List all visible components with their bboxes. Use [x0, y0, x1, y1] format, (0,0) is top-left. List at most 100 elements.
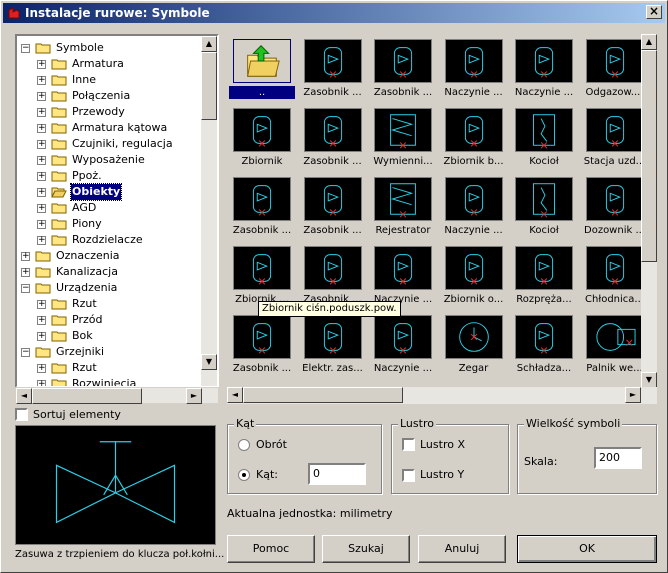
- scroll-thumb[interactable]: [201, 52, 217, 120]
- symbol-item[interactable]: Naczynie ...: [370, 312, 436, 378]
- expand-icon[interactable]: +: [37, 332, 46, 341]
- expand-icon[interactable]: +: [37, 76, 46, 85]
- expand-icon[interactable]: +: [37, 316, 46, 325]
- tree-item[interactable]: + Rzut: [17, 296, 201, 312]
- scroll-thumb[interactable]: [32, 388, 142, 404]
- collapse-icon[interactable]: −: [21, 348, 30, 357]
- collapse-icon[interactable]: −: [21, 284, 30, 293]
- symbol-item[interactable]: Stacja uzd...: [582, 105, 648, 171]
- expand-icon[interactable]: +: [37, 188, 46, 197]
- symbol-item[interactable]: Naczynie ...: [441, 36, 507, 102]
- expand-icon[interactable]: +: [37, 124, 46, 133]
- tree-item[interactable]: + Rozdzielacze: [17, 232, 201, 248]
- tree-item[interactable]: + Oznaczenia: [17, 248, 201, 264]
- expand-icon[interactable]: +: [21, 252, 30, 261]
- symbol-item[interactable]: Zbiornik o...: [441, 243, 507, 309]
- close-button[interactable]: ×: [646, 5, 662, 19]
- symbol-item[interactable]: Rejestrator: [370, 174, 436, 240]
- mirror-x-checkbox[interactable]: [402, 438, 415, 451]
- expand-icon[interactable]: +: [37, 92, 46, 101]
- expand-icon[interactable]: +: [37, 300, 46, 309]
- symbol-item[interactable]: Zbiornik b...: [441, 105, 507, 171]
- tree-item[interactable]: + Ppoż.: [17, 168, 201, 184]
- symbol-item[interactable]: Rozpręża...: [511, 243, 577, 309]
- tree-horizontal-scrollbar[interactable]: ◄ ►: [15, 387, 219, 404]
- scroll-left-button[interactable]: ◄: [16, 388, 32, 404]
- tree-item[interactable]: + Kanalizacja: [17, 264, 201, 280]
- grid-vertical-scrollbar[interactable]: ▲ ▼: [641, 34, 657, 388]
- category-tree[interactable]: − Symbole + Armatura + Inne + Połączenia + Przewo…: [15, 34, 219, 388]
- symbol-item[interactable]: Odgazow....: [582, 36, 648, 102]
- symbol-item[interactable]: Naczynie ...: [441, 174, 507, 240]
- tree-item[interactable]: + Inne: [17, 72, 201, 88]
- scroll-right-button[interactable]: ►: [186, 388, 202, 404]
- scroll-down-button[interactable]: ▼: [201, 354, 217, 370]
- expand-icon[interactable]: +: [37, 140, 46, 149]
- expand-icon[interactable]: +: [37, 60, 46, 69]
- symbol-item[interactable]: Zasobnik ...: [370, 36, 436, 102]
- expand-icon[interactable]: +: [37, 108, 46, 117]
- expand-icon[interactable]: +: [37, 172, 46, 181]
- symbol-item[interactable]: Zegar: [441, 312, 507, 378]
- ok-button[interactable]: OK: [517, 535, 657, 563]
- symbol-item[interactable]: Schładza...: [511, 312, 577, 378]
- scroll-left-button[interactable]: ◄: [227, 387, 243, 403]
- expand-icon[interactable]: +: [21, 268, 30, 277]
- scroll-right-button[interactable]: ►: [625, 387, 641, 403]
- symbol-item[interactable]: Zasobnik ...: [300, 105, 366, 171]
- tree-item[interactable]: + Rozwinięcia: [17, 376, 201, 386]
- angle-input[interactable]: 0: [308, 463, 366, 485]
- expand-icon[interactable]: +: [37, 364, 46, 373]
- tree-item[interactable]: − Symbole: [17, 40, 201, 56]
- symbol-item[interactable]: Zasobnik ...: [300, 174, 366, 240]
- symbol-item[interactable]: Naczynie ...: [370, 243, 436, 309]
- symbol-item[interactable]: Kocioł: [511, 174, 577, 240]
- rotate-radio[interactable]: [238, 439, 250, 451]
- expand-icon[interactable]: +: [37, 220, 46, 229]
- tree-item[interactable]: + Obiekty: [17, 183, 201, 201]
- tree-item[interactable]: − Grzejniki: [17, 344, 201, 360]
- tree-vertical-scrollbar[interactable]: ▲ ▼: [201, 36, 217, 386]
- expand-icon[interactable]: +: [37, 380, 46, 386]
- symbol-item[interactable]: Chłodnica...: [582, 243, 648, 309]
- tree-item[interactable]: + Połączenia: [17, 88, 201, 104]
- grid-horizontal-scrollbar[interactable]: ◄ ►: [227, 387, 657, 404]
- angle-radio[interactable]: [238, 469, 250, 481]
- symbol-item[interactable]: Zasobnik ...: [300, 36, 366, 102]
- symbol-item[interactable]: Zbiornik ...: [229, 243, 295, 309]
- tree-item[interactable]: + Rzut: [17, 360, 201, 376]
- symbol-item[interactable]: Naczynie ...: [511, 36, 577, 102]
- tree-item[interactable]: + AGD: [17, 200, 201, 216]
- scale-input[interactable]: 200: [594, 447, 642, 469]
- tree-item[interactable]: + Piony: [17, 216, 201, 232]
- symbol-item[interactable]: Dozownik ...: [582, 174, 648, 240]
- tree-item[interactable]: − Urządzenia: [17, 280, 201, 296]
- tree-item[interactable]: + Bok: [17, 328, 201, 344]
- symbol-item[interactable]: Zasobnik ...: [229, 174, 295, 240]
- expand-icon[interactable]: +: [37, 156, 46, 165]
- symbol-item[interactable]: Kocioł: [511, 105, 577, 171]
- symbol-item[interactable]: Zasobnik ...: [300, 243, 366, 309]
- search-button[interactable]: Szukaj: [322, 535, 410, 563]
- scroll-up-button[interactable]: ▲: [641, 34, 657, 50]
- symbol-item[interactable]: Zbiornik: [229, 105, 295, 171]
- collapse-icon[interactable]: −: [21, 44, 30, 53]
- tree-item[interactable]: + Armatura kątowa: [17, 120, 201, 136]
- scroll-up-button[interactable]: ▲: [201, 36, 217, 52]
- scroll-thumb[interactable]: [243, 387, 403, 403]
- help-button[interactable]: Pomoc: [227, 535, 315, 563]
- symbol-item[interactable]: Elektr. zas...: [300, 312, 366, 378]
- tree-item[interactable]: + Wyposażenie: [17, 152, 201, 168]
- tree-item[interactable]: + Przewody: [17, 104, 201, 120]
- symbol-item[interactable]: Palnik we...: [582, 312, 648, 378]
- symbol-item[interactable]: Wymienni...: [370, 105, 436, 171]
- tree-item[interactable]: + Przód: [17, 312, 201, 328]
- cancel-button[interactable]: Anuluj: [418, 535, 506, 563]
- scroll-thumb[interactable]: [641, 50, 657, 262]
- tree-item[interactable]: + Armatura: [17, 56, 201, 72]
- expand-icon[interactable]: +: [37, 236, 46, 245]
- symbol-item[interactable]: Zasobnik ...: [229, 312, 295, 378]
- tree-item[interactable]: + Czujniki, regulacja: [17, 136, 201, 152]
- expand-icon[interactable]: +: [37, 204, 46, 213]
- sort-checkbox[interactable]: [15, 408, 28, 421]
